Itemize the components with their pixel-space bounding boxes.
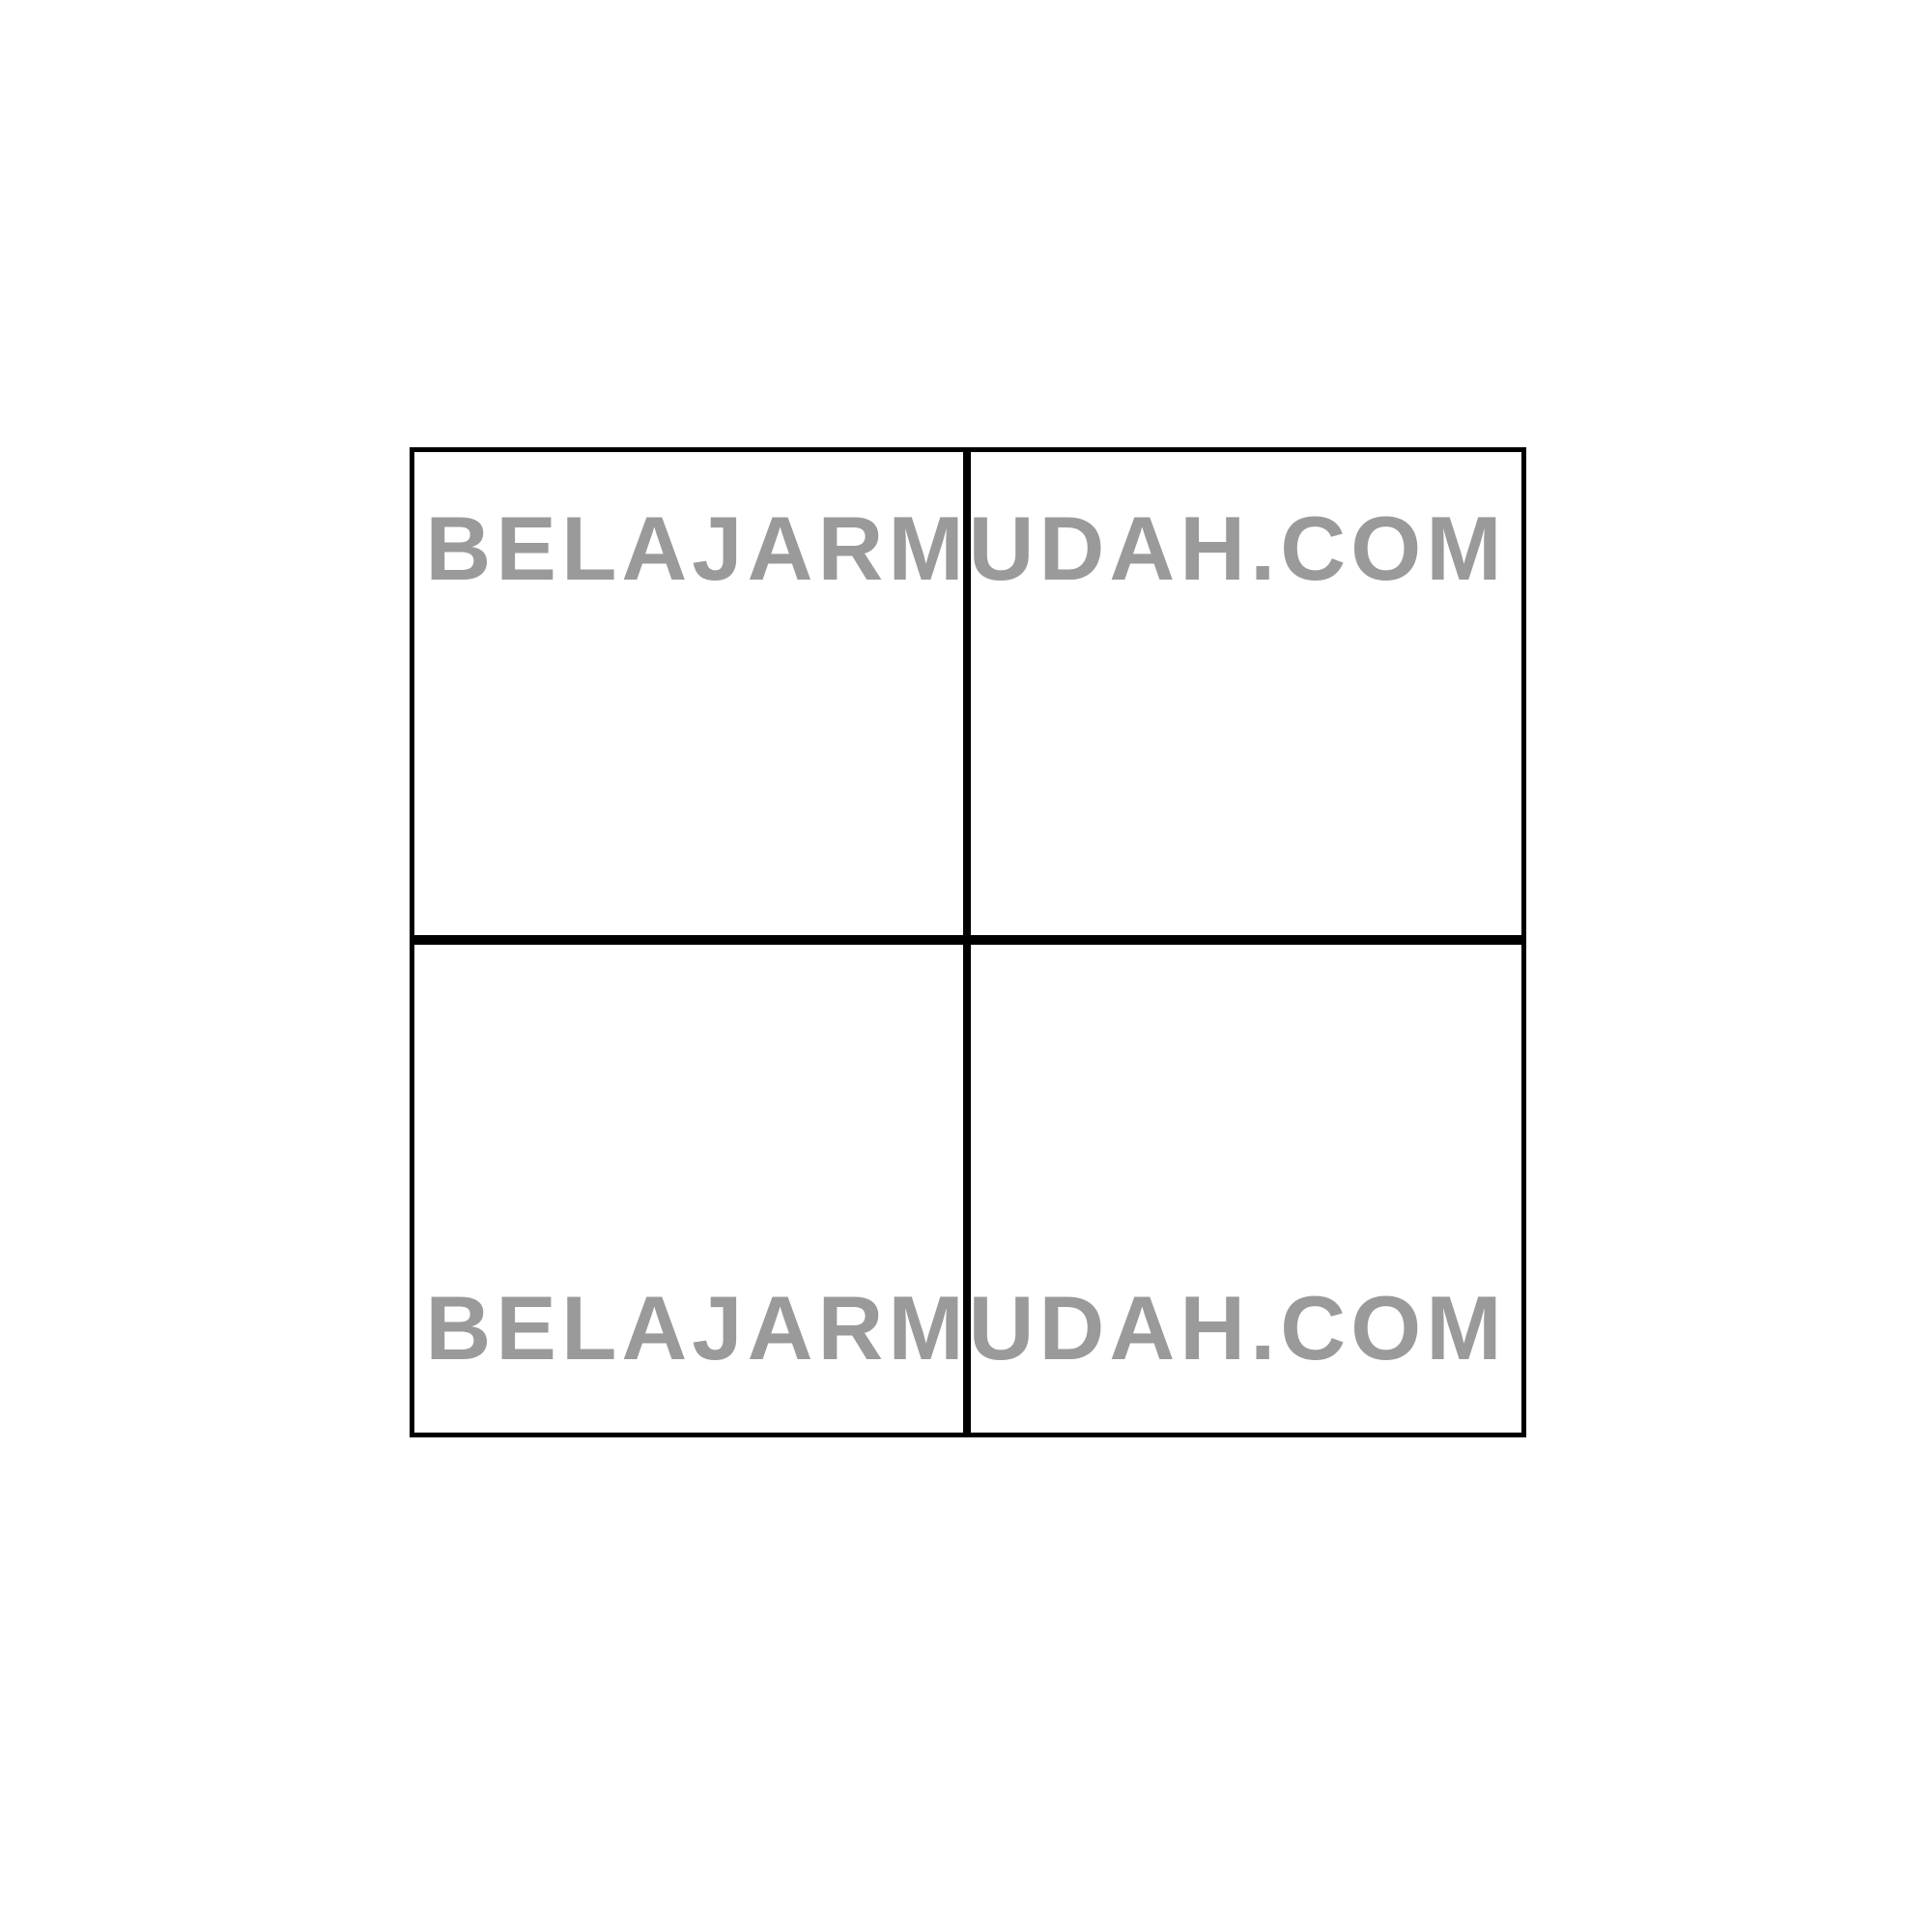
grid-cell-bottom-right	[966, 940, 1526, 1437]
grid-cell-top-right	[966, 447, 1526, 940]
grid-cell-bottom-left	[410, 940, 968, 1437]
grid-cell-top-left	[410, 447, 968, 940]
